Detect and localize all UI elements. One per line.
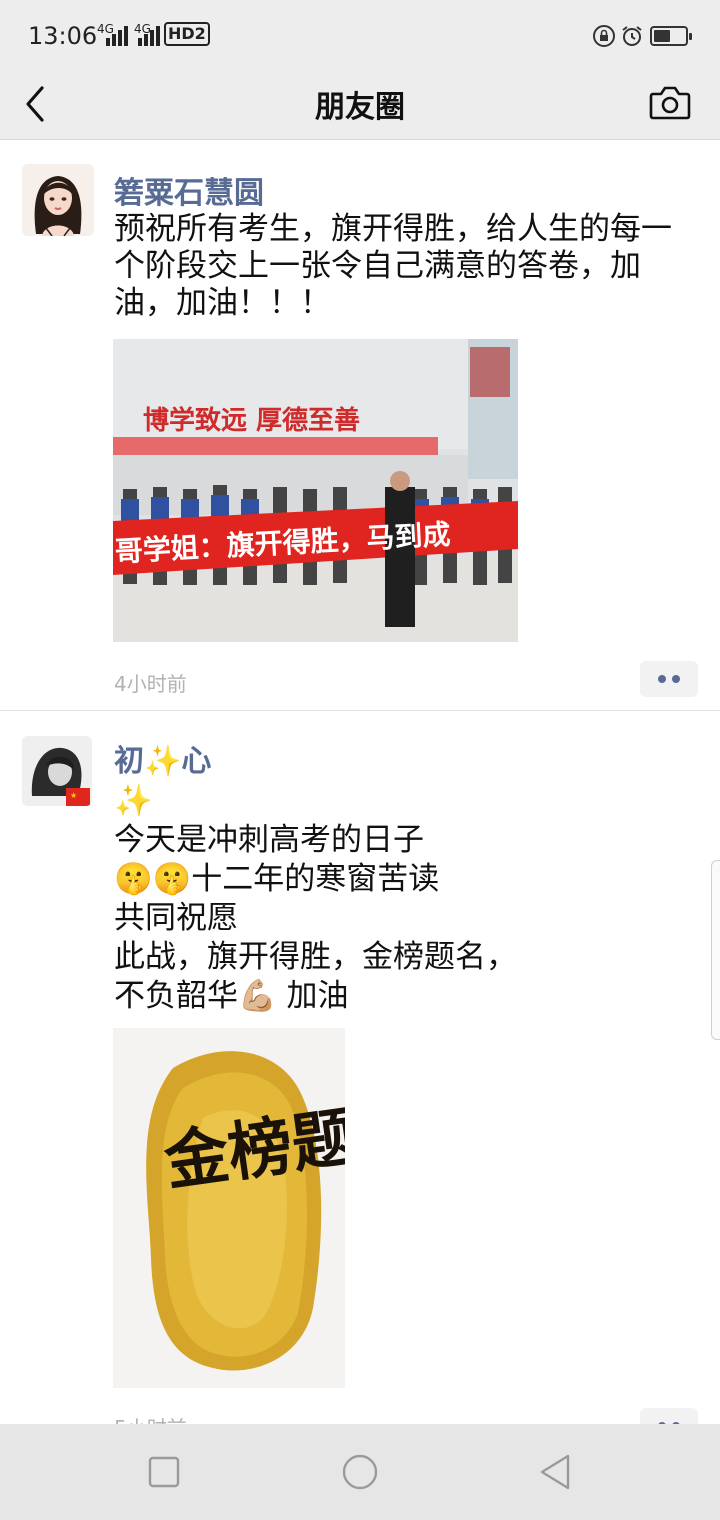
camera-icon[interactable] xyxy=(646,80,694,126)
post-text: 预祝所有考生，旗开得胜，给人生的每一 个阶段交上一张令自己满意的答卷，加 油，加… xyxy=(114,211,672,321)
avatar[interactable]: ★ xyxy=(22,736,92,806)
moment-post: ★ 初✨心 ✨ 今天是冲刺高考的日子 🤫🤫十二年的寒窗苦读 共同祝愿 此战，旗开… xyxy=(0,712,720,1444)
school-sign-text: 博学致远 厚德至善 xyxy=(143,405,360,436)
rotation-lock-icon xyxy=(593,25,615,47)
svg-text:★: ★ xyxy=(70,791,77,800)
post-photo[interactable]: 博学致远 厚德至善 哥学姐：旗开得胜，马到成 xyxy=(113,339,518,642)
nav-bar: 朋友圈 xyxy=(0,72,720,140)
poster-name[interactable]: 初✨心 xyxy=(114,736,211,780)
avatar[interactable] xyxy=(22,164,94,236)
status-bar: 13:06 4G 4G HD2 xyxy=(0,0,720,72)
back-nav-icon[interactable] xyxy=(536,1452,576,1492)
home-icon[interactable] xyxy=(340,1452,380,1492)
battery-icon xyxy=(650,26,692,46)
post-photo[interactable]: 金榜题名 xyxy=(113,1028,345,1388)
scroll-indicator[interactable] xyxy=(711,860,720,1040)
post-time: 4小时前 xyxy=(114,672,187,696)
alarm-icon xyxy=(622,26,642,46)
signal-icon-2 xyxy=(138,26,160,46)
poster-name[interactable]: 箬粟石慧圆 xyxy=(114,168,264,212)
system-navigation-bar xyxy=(0,1424,720,1520)
recent-apps-icon[interactable] xyxy=(144,1452,184,1492)
moment-post: 箬粟石慧圆 预祝所有考生，旗开得胜，给人生的每一 个阶段交上一张令自己满意的答卷… xyxy=(0,141,720,711)
more-button[interactable] xyxy=(640,661,698,697)
hd-voice-badge: HD2 xyxy=(164,22,210,46)
signal-icon xyxy=(106,26,128,46)
post-text: ✨ 今天是冲刺高考的日子 🤫🤫十二年的寒窗苦读 共同祝愿 此战，旗开得胜，金榜题… xyxy=(114,783,517,1014)
status-time: 13:06 xyxy=(28,22,98,50)
page-title: 朋友圈 xyxy=(315,90,405,125)
